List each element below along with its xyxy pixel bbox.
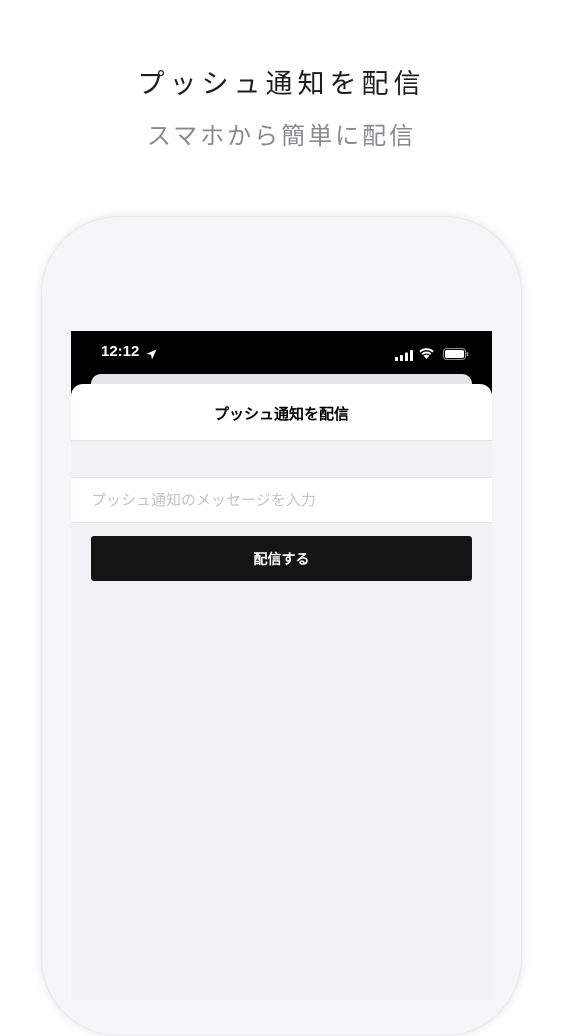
message-field — [71, 477, 492, 523]
signal-icon — [395, 346, 413, 365]
wifi-icon — [418, 344, 435, 363]
promo-headline: プッシュ通知を配信 — [137, 69, 426, 100]
promo-subheadline: スマホから簡単に配信 — [146, 122, 417, 150]
battery-icon — [443, 345, 469, 364]
location-arrow-icon — [146, 345, 157, 364]
screen-title: プッシュ通知を配信 — [213, 405, 349, 423]
nav-header: プッシュ通知を配信 — [71, 384, 492, 441]
send-button[interactable]: 配信する — [91, 536, 472, 581]
status-time: 12:12 — [101, 343, 140, 360]
app-screen: 12:12 プッシュ通知を配信 プッシュ通知のメッセージを入力 配信する — [71, 331, 492, 1000]
message-input[interactable] — [71, 478, 492, 522]
